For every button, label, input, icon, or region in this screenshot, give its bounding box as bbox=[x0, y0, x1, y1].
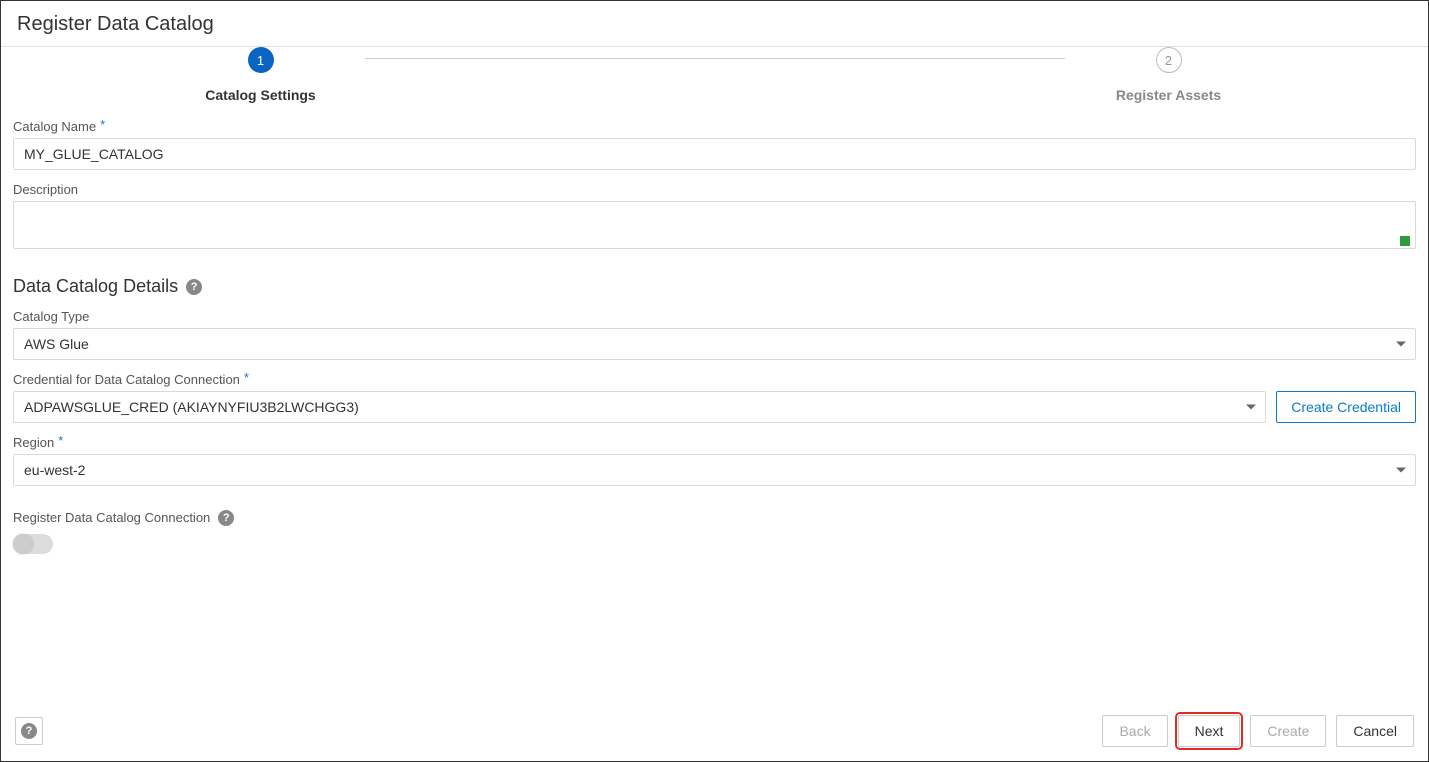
required-indicator: * bbox=[100, 117, 105, 132]
credential-label: Credential for Data Catalog Connection * bbox=[13, 372, 1416, 387]
dialog-header: Register Data Catalog bbox=[1, 1, 1428, 47]
register-connection-label: Register Data Catalog Connection ? bbox=[13, 510, 1416, 526]
catalog-type-select-wrap bbox=[13, 328, 1416, 360]
description-label-text: Description bbox=[13, 182, 78, 197]
catalog-type-label-text: Catalog Type bbox=[13, 309, 89, 324]
resize-handle-icon[interactable] bbox=[1400, 236, 1410, 246]
description-label: Description bbox=[13, 182, 1416, 197]
toggle-thumb bbox=[13, 534, 33, 554]
help-icon: ? bbox=[21, 723, 37, 739]
catalog-type-label: Catalog Type bbox=[13, 309, 1416, 324]
step-number-2: 2 bbox=[1156, 47, 1182, 73]
dialog-title: Register Data Catalog bbox=[17, 13, 1412, 36]
form-area: Catalog Name * Description Data Catalog … bbox=[11, 103, 1418, 554]
register-connection-label-text: Register Data Catalog Connection bbox=[13, 510, 210, 525]
region-label-text: Region bbox=[13, 435, 54, 450]
help-icon[interactable]: ? bbox=[186, 279, 202, 295]
required-indicator: * bbox=[244, 370, 249, 385]
create-button[interactable]: Create bbox=[1250, 715, 1326, 747]
cancel-button[interactable]: Cancel bbox=[1336, 715, 1414, 747]
back-button[interactable]: Back bbox=[1102, 715, 1167, 747]
create-credential-button[interactable]: Create Credential bbox=[1276, 391, 1416, 423]
section-title-text: Data Catalog Details bbox=[13, 276, 178, 297]
credential-row: Create Credential bbox=[13, 391, 1416, 423]
region-label: Region * bbox=[13, 435, 1416, 450]
step-catalog-settings[interactable]: 1 Catalog Settings bbox=[161, 47, 361, 103]
region-select[interactable] bbox=[13, 454, 1416, 486]
catalog-type-select[interactable] bbox=[13, 328, 1416, 360]
help-icon[interactable]: ? bbox=[218, 510, 234, 526]
catalog-name-label-text: Catalog Name bbox=[13, 119, 96, 134]
credential-select[interactable] bbox=[13, 391, 1266, 423]
step-connector bbox=[365, 58, 1065, 59]
credential-select-wrap bbox=[13, 391, 1266, 423]
catalog-name-label: Catalog Name * bbox=[13, 119, 1416, 134]
step-number-1: 1 bbox=[248, 47, 274, 73]
section-data-catalog-details: Data Catalog Details ? bbox=[13, 276, 1416, 297]
register-connection-toggle[interactable] bbox=[13, 534, 53, 554]
dialog-footer: ? Back Next Create Cancel bbox=[1, 704, 1428, 761]
credential-label-text: Credential for Data Catalog Connection bbox=[13, 372, 240, 387]
stepper: 1 Catalog Settings 2 Register Assets bbox=[11, 47, 1418, 103]
step-label-1: Catalog Settings bbox=[205, 87, 315, 103]
description-wrap bbox=[13, 201, 1416, 252]
required-indicator: * bbox=[58, 433, 63, 448]
description-input[interactable] bbox=[13, 201, 1416, 249]
catalog-name-input[interactable] bbox=[13, 138, 1416, 170]
dialog-register-data-catalog: Register Data Catalog 1 Catalog Settings… bbox=[0, 0, 1429, 762]
step-register-assets[interactable]: 2 Register Assets bbox=[1069, 47, 1269, 103]
step-label-2: Register Assets bbox=[1116, 87, 1221, 103]
region-select-wrap bbox=[13, 454, 1416, 486]
dialog-content: 1 Catalog Settings 2 Register Assets Cat… bbox=[1, 47, 1428, 761]
footer-help-button[interactable]: ? bbox=[15, 717, 43, 745]
next-button[interactable]: Next bbox=[1178, 715, 1241, 747]
